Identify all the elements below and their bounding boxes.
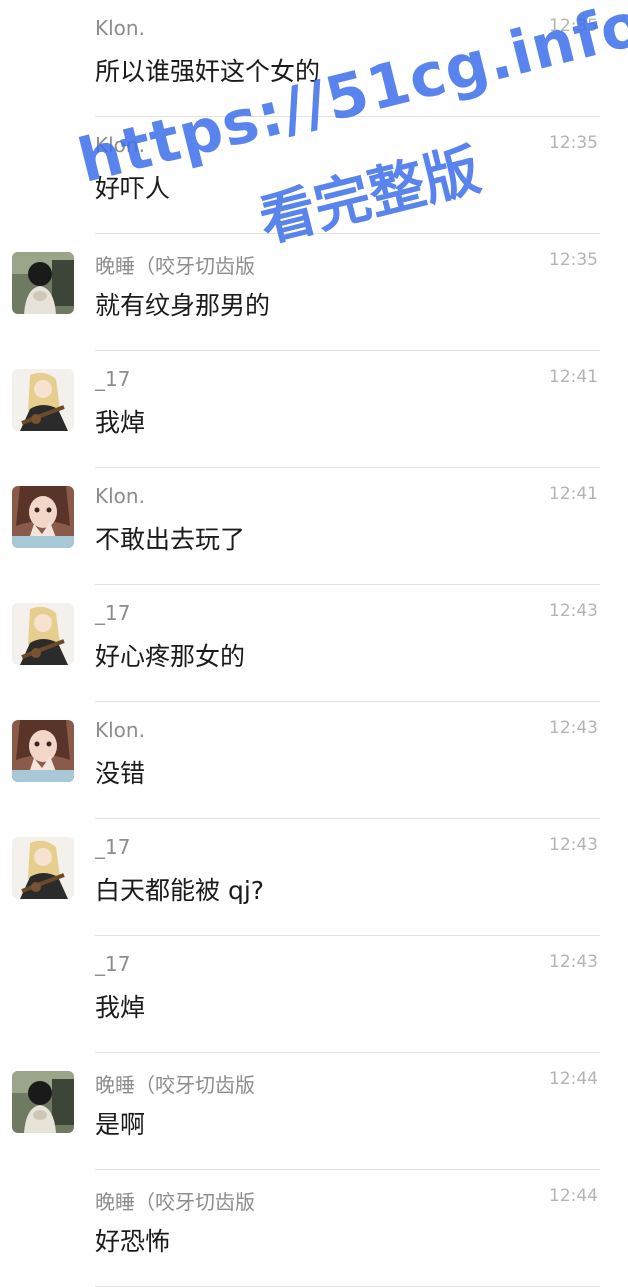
chat-message[interactable]: _17 12:43 好心疼那女的 xyxy=(0,585,628,702)
chat-message[interactable]: 晚睡（咬牙切齿版 12:44 好恐怖 xyxy=(0,1170,628,1287)
message-sender: _17 xyxy=(95,367,131,391)
message-time: 12:43 xyxy=(549,835,598,855)
avatar-anime[interactable] xyxy=(12,837,74,899)
message-sender: 晚睡（咬牙切齿版 xyxy=(95,1190,255,1214)
message-sender: Klon. xyxy=(95,484,145,508)
message-text: 是啊 xyxy=(95,1110,146,1139)
chat-message[interactable]: Klon. 12:35 好吓人 xyxy=(0,117,628,234)
chat-message-list[interactable]: Klon. 12:35 所以谁强奸这个女的 Klon. 12:35 好吓人 晚睡… xyxy=(0,0,628,1287)
message-text: 没错 xyxy=(95,759,146,788)
message-text: 不敢出去玩了 xyxy=(95,525,246,554)
chat-message[interactable]: 晚睡（咬牙切齿版 12:44 是啊 xyxy=(0,1053,628,1170)
message-sender: 晚睡（咬牙切齿版 xyxy=(95,254,255,278)
message-time: 12:43 xyxy=(549,718,598,738)
message-sender: _17 xyxy=(95,952,131,976)
avatar-girl[interactable] xyxy=(12,720,74,782)
message-time: 12:44 xyxy=(549,1186,598,1206)
message-sender: Klon. xyxy=(95,16,145,40)
chat-message[interactable]: Klon. 12:43 没错 xyxy=(0,702,628,819)
message-text: 我焯 xyxy=(95,993,146,1022)
avatar-anime[interactable] xyxy=(12,369,74,431)
avatar-dark[interactable] xyxy=(12,252,74,314)
message-text: 就有纹身那男的 xyxy=(95,291,271,320)
chat-message[interactable]: _17 12:43 白天都能被 qj? xyxy=(0,819,628,936)
message-time: 12:44 xyxy=(549,1069,598,1089)
message-text: 好心疼那女的 xyxy=(95,642,246,671)
message-text: 好吓人 xyxy=(95,174,171,203)
message-text: 白天都能被 qj? xyxy=(95,876,265,905)
message-sender: _17 xyxy=(95,835,131,859)
message-time: 12:43 xyxy=(549,601,598,621)
message-sender: Klon. xyxy=(95,133,145,157)
message-time: 12:35 xyxy=(549,133,598,153)
chat-message[interactable]: _17 12:41 我焯 xyxy=(0,351,628,468)
message-time: 12:43 xyxy=(549,952,598,972)
chat-message[interactable]: Klon. 12:41 不敢出去玩了 xyxy=(0,468,628,585)
message-sender: Klon. xyxy=(95,718,145,742)
message-sender: _17 xyxy=(95,601,131,625)
message-text: 所以谁强奸这个女的 xyxy=(95,57,321,86)
message-time: 12:41 xyxy=(549,484,598,504)
message-text: 好恐怖 xyxy=(95,1227,171,1256)
chat-message[interactable]: 晚睡（咬牙切齿版 12:35 就有纹身那男的 xyxy=(0,234,628,351)
avatar-anime[interactable] xyxy=(12,603,74,665)
message-time: 12:35 xyxy=(549,250,598,270)
message-time: 12:41 xyxy=(549,367,598,387)
avatar-dark[interactable] xyxy=(12,1071,74,1133)
chat-message[interactable]: _17 12:43 我焯 xyxy=(0,936,628,1053)
message-time: 12:35 xyxy=(549,16,598,36)
message-text: 我焯 xyxy=(95,408,146,437)
message-sender: 晚睡（咬牙切齿版 xyxy=(95,1073,255,1097)
chat-message[interactable]: Klon. 12:35 所以谁强奸这个女的 xyxy=(0,0,628,117)
avatar-girl[interactable] xyxy=(12,486,74,548)
